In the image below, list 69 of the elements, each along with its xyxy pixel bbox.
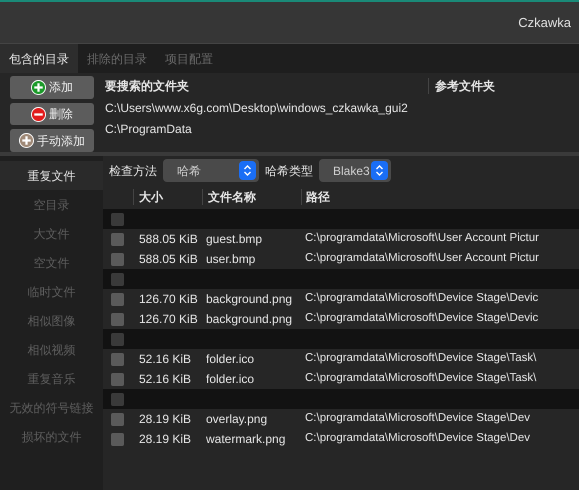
window-title: Czkawka bbox=[518, 14, 571, 32]
plus-icon bbox=[19, 133, 34, 148]
sidebar-item[interactable]: 空目录 bbox=[0, 190, 103, 219]
add-button[interactable]: 手动添加 bbox=[10, 129, 94, 152]
sidebar-item[interactable]: 相似图像 bbox=[0, 306, 103, 335]
add-button[interactable]: 添加 bbox=[10, 76, 94, 99]
sidebar-item[interactable]: 空文件 bbox=[0, 248, 103, 277]
minus-icon bbox=[31, 106, 46, 122]
table-cell-text: background.png bbox=[205, 311, 294, 328]
table-cell-text: C:\programdata\Microsoft\User Account Pictur bbox=[304, 231, 539, 246]
table-cell-text: C:\programdata\Microsoft\Device Stage\Devic bbox=[304, 311, 538, 326]
field-label: 检查方法 bbox=[109, 162, 157, 180]
plus-icon bbox=[31, 80, 46, 95]
checkbox[interactable] bbox=[111, 232, 124, 246]
table-cell-text: guest.bmp bbox=[205, 231, 264, 248]
tab[interactable]: 包含的目录 bbox=[0, 44, 78, 73]
field-label: 哈希类型 bbox=[265, 162, 313, 180]
checkbox[interactable] bbox=[111, 332, 124, 346]
table-cell-text: C:\programdata\Microsoft\Device Stage\Dev bbox=[304, 431, 530, 446]
column-header: 参考文件夹 bbox=[434, 78, 495, 95]
checkbox[interactable] bbox=[111, 352, 124, 366]
column-header: 文件名称 bbox=[207, 189, 257, 206]
table-cell-text: 52.16 KiB bbox=[138, 351, 192, 368]
table-cell-text: C:\programdata\Microsoft\Device Stage\Dev bbox=[304, 411, 530, 426]
column-header: 大小 bbox=[138, 189, 164, 206]
checkbox[interactable] bbox=[111, 372, 124, 386]
table-cell-text: 28.19 KiB bbox=[138, 411, 192, 428]
sidebar-item[interactable]: 重复音乐 bbox=[0, 364, 103, 393]
table-cell-text: watermark.png bbox=[205, 431, 286, 448]
tab[interactable]: 排除的目录 bbox=[78, 44, 156, 73]
table-cell-text: C:\programdata\Microsoft\Device Stage\Task\ bbox=[304, 371, 536, 386]
dropdown[interactable]: 哈希 bbox=[163, 159, 259, 182]
checkbox[interactable] bbox=[111, 392, 124, 406]
table-cell-text: folder.ico bbox=[205, 351, 256, 368]
table-cell-text: 588.05 KiB bbox=[138, 251, 199, 268]
table-cell-text: folder.ico bbox=[205, 371, 256, 388]
table-cell-text: user.bmp bbox=[205, 251, 256, 268]
remove-button[interactable]: 删除 bbox=[10, 102, 94, 126]
folder-path[interactable]: C:\ProgramData bbox=[103, 118, 579, 139]
dropdown[interactable]: Blake3 bbox=[319, 159, 391, 182]
column-header: 路径 bbox=[305, 189, 330, 206]
folder-path[interactable]: C:\Users\www.x6g.com\Desktop\windows_czkawka_gui2 bbox=[103, 97, 579, 118]
checkbox[interactable] bbox=[111, 272, 124, 286]
spinner-icon bbox=[371, 161, 388, 180]
sidebar-item[interactable]: 相似视频 bbox=[0, 335, 103, 364]
sidebar-item[interactable]: 损坏的文件 bbox=[0, 422, 103, 451]
table-cell-text: 52.16 KiB bbox=[138, 371, 192, 388]
table-cell-text: 28.19 KiB bbox=[138, 431, 192, 448]
checkbox[interactable] bbox=[111, 252, 124, 266]
checkbox[interactable] bbox=[111, 292, 124, 306]
checkbox[interactable] bbox=[111, 432, 124, 446]
table-cell-text: C:\programdata\Microsoft\Device Stage\Devic bbox=[304, 291, 538, 306]
table-cell-text: 588.05 KiB bbox=[138, 231, 199, 248]
sidebar-item[interactable]: 重复文件 bbox=[0, 161, 103, 190]
table-cell-text: C:\programdata\Microsoft\Device Stage\Task\ bbox=[304, 351, 536, 366]
sidebar-item[interactable]: 大文件 bbox=[0, 219, 103, 248]
sidebar-item[interactable]: 临时文件 bbox=[0, 277, 103, 306]
tab[interactable]: 项目配置 bbox=[156, 44, 222, 73]
table-cell-text: background.png bbox=[205, 291, 294, 308]
sidebar-item[interactable]: 无效的符号链接 bbox=[0, 393, 103, 422]
table-cell-text: C:\programdata\Microsoft\User Account Pictur bbox=[304, 251, 539, 266]
checkbox[interactable] bbox=[111, 312, 124, 326]
checkbox[interactable] bbox=[111, 412, 124, 426]
table-cell-text: 126.70 KiB bbox=[138, 311, 199, 328]
column-header: 要搜索的文件夹 bbox=[104, 78, 190, 95]
table-cell-text: overlay.png bbox=[205, 411, 268, 428]
spinner-icon bbox=[239, 161, 256, 180]
table-cell-text: 126.70 KiB bbox=[138, 291, 199, 308]
checkbox[interactable] bbox=[111, 212, 124, 226]
